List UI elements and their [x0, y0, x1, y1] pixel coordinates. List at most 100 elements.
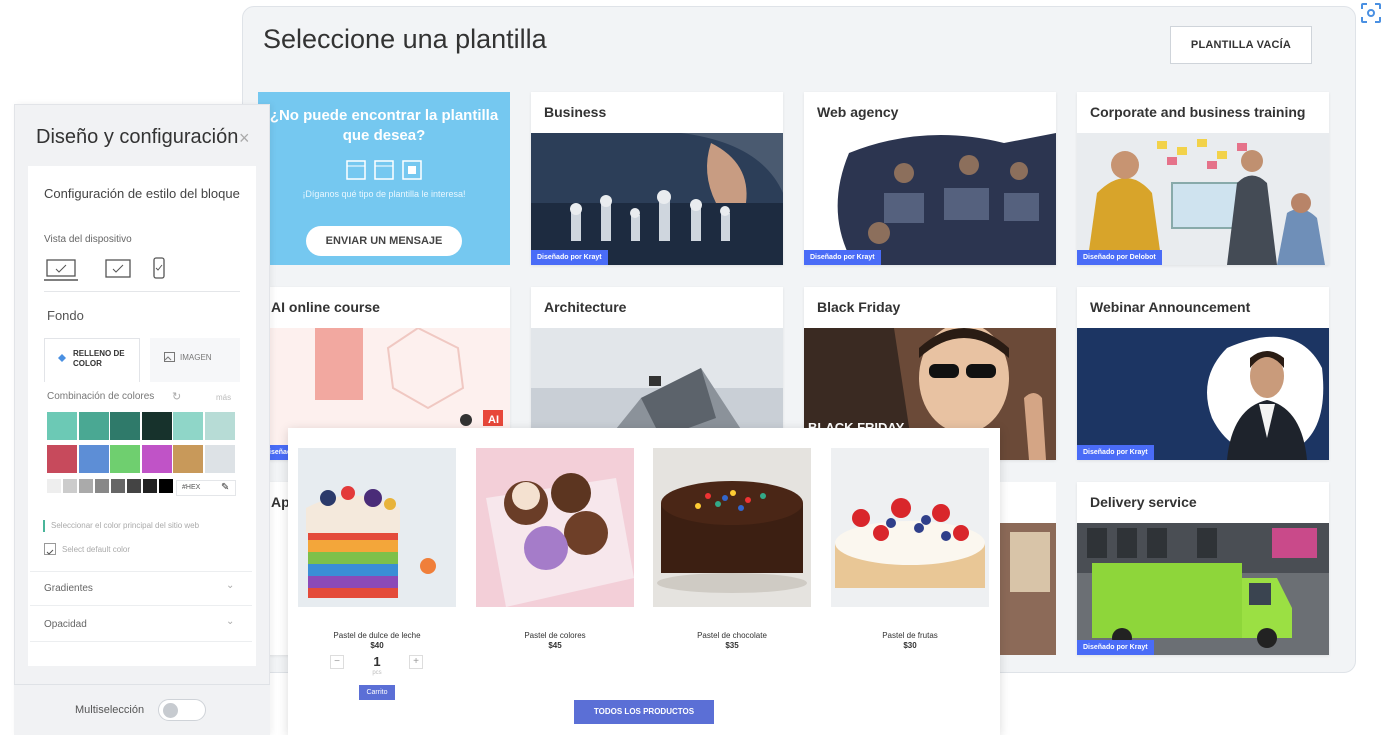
product-price: $35	[725, 641, 739, 650]
product-name: Pastel de colores	[524, 631, 586, 640]
color-swatch[interactable]	[204, 412, 235, 440]
product-price: $45	[548, 641, 562, 650]
opacity-section[interactable]: Opacidad	[44, 619, 87, 630]
image-icon	[164, 352, 175, 362]
template-thumbnail: Diseñado por Krayt	[1077, 328, 1329, 460]
send-message-button[interactable]: ENVIAR UN MENSAJE	[306, 226, 462, 256]
desktop-view-icon[interactable]	[44, 258, 78, 282]
tab-image[interactable]: IMAGEN	[150, 338, 240, 382]
template-title: Architecture	[544, 299, 627, 315]
product-image-dulce-de-leche[interactable]	[298, 448, 456, 607]
color-swatch[interactable]	[78, 412, 109, 440]
mobile-view-icon[interactable]	[152, 256, 166, 280]
template-title: Black Friday	[817, 299, 901, 315]
color-swatch[interactable]	[47, 412, 77, 440]
gradients-section[interactable]: Gradientes	[44, 583, 93, 594]
reset-icon[interactable]: ↻	[172, 390, 181, 403]
chevron-down-icon[interactable]: ⌄	[226, 580, 234, 591]
template-title: Ap	[271, 494, 290, 510]
decrease-qty-button[interactable]: −	[330, 655, 344, 669]
settings-title: Diseño y configuración	[36, 126, 239, 148]
template-title: AI online course	[271, 299, 380, 315]
color-swatch[interactable]	[47, 479, 61, 493]
tab-label: IMAGEN	[180, 353, 212, 362]
multiselect-toggle[interactable]	[158, 699, 206, 721]
template-title: Webinar Announcement	[1090, 299, 1251, 315]
template-card-webinar[interactable]: Webinar Announcement Diseñado por Krayt	[1077, 287, 1329, 460]
color-swatch[interactable]	[111, 479, 125, 493]
template-title: Web agency	[817, 104, 899, 120]
paint-bucket-icon	[58, 354, 66, 362]
eyedropper-icon[interactable]: ✎	[221, 482, 229, 493]
multiselect-label: Multiselección	[75, 704, 145, 716]
add-to-cart-button[interactable]: Carrito	[359, 685, 395, 700]
background-heading: Fondo	[47, 308, 84, 323]
color-swatch[interactable]	[173, 445, 203, 473]
tablet-view-icon[interactable]	[104, 258, 132, 280]
chevron-down-icon[interactable]: ⌄	[226, 616, 234, 627]
template-title: Delivery service	[1090, 494, 1197, 510]
color-swatch[interactable]	[141, 445, 172, 473]
template-card-business[interactable]: Business Diseñado por Krayt	[531, 92, 783, 265]
color-swatch[interactable]	[159, 479, 173, 493]
divider	[30, 571, 252, 572]
close-icon[interactable]: ×	[239, 128, 250, 149]
color-swatch[interactable]	[78, 445, 109, 473]
designer-badge: Diseñado por Krayt	[804, 250, 881, 265]
template-card-web-agency[interactable]: Web agency Diseñado por Krayt	[804, 92, 1056, 265]
color-swatch[interactable]	[95, 479, 109, 493]
color-swatch[interactable]	[110, 445, 140, 473]
divider	[30, 605, 252, 606]
color-combo-label: Combinación de colores	[47, 391, 155, 402]
color-swatch[interactable]	[110, 412, 140, 440]
color-swatch[interactable]	[63, 479, 77, 493]
product-price: $40	[370, 641, 384, 650]
product-name: Pastel de frutas	[882, 631, 938, 640]
more-link[interactable]: más	[216, 393, 231, 402]
template-title: Corporate and business training	[1090, 104, 1306, 120]
all-products-button[interactable]: TODOS LOS PRODUCTOS	[574, 700, 714, 724]
color-swatch[interactable]	[47, 445, 77, 473]
request-template-card: ¿No puede encontrar la plantilla que des…	[258, 92, 510, 265]
increase-qty-button[interactable]: +	[409, 655, 423, 669]
main-color-option[interactable]: Seleccionar el color principal del sitio…	[51, 521, 199, 530]
default-color-label: Select default color	[62, 545, 131, 554]
blank-template-button[interactable]: PLANTILLA VACÍA	[1170, 26, 1312, 64]
template-thumbnail: Diseñado por Krayt	[531, 133, 783, 265]
color-swatch[interactable]	[141, 412, 172, 440]
template-title: Business	[544, 104, 607, 120]
page-title: Seleccione una plantilla	[263, 24, 547, 54]
screenshot-icon[interactable]	[1360, 2, 1382, 24]
product-price: $30	[903, 641, 917, 650]
color-swatch[interactable]	[127, 479, 141, 493]
color-swatch[interactable]	[79, 479, 93, 493]
template-thumbnail: Diseñado por Delobot	[1077, 133, 1329, 265]
product-name: Pastel de dulce de leche	[333, 631, 421, 640]
hex-label: #HEX	[182, 484, 201, 491]
designer-badge: Diseñado por Krayt	[1077, 445, 1154, 460]
designer-badge: Diseñado por Krayt	[1077, 640, 1154, 655]
tab-label: RELLENO DE COLOR	[73, 349, 125, 368]
tab-color-fill[interactable]: RELLENO DE COLOR	[44, 338, 140, 382]
accent-bar	[43, 520, 45, 532]
template-card-delivery[interactable]: Delivery service Diseñado por Krayt	[1077, 482, 1329, 655]
cta-subtitle: ¡Díganos qué tipo de plantilla le intere…	[302, 189, 466, 199]
product-image-frutas[interactable]	[831, 448, 989, 607]
template-card-partial[interactable]	[1000, 482, 1056, 655]
svg-text:AI: AI	[488, 414, 499, 426]
qty-value[interactable]: 1	[370, 654, 384, 669]
block-style-heading: Configuración de estilo del bloque	[44, 186, 240, 201]
device-view-label: Vista del dispositivo	[44, 234, 132, 245]
template-thumbnail: Diseñado por Krayt	[1077, 523, 1329, 655]
product-image-chocolate[interactable]	[653, 448, 811, 607]
qty-unit: pcs	[372, 670, 382, 676]
color-swatch[interactable]	[173, 412, 203, 440]
template-card-corporate-training[interactable]: Corporate and business training Diseñado…	[1077, 92, 1329, 265]
product-image-colores[interactable]	[476, 448, 634, 607]
hex-input[interactable]: #HEX ✎	[176, 480, 236, 496]
color-swatch[interactable]	[204, 445, 235, 473]
color-swatch[interactable]	[143, 479, 157, 493]
divider	[44, 291, 240, 292]
default-color-checkbox[interactable]	[44, 543, 56, 555]
template-thumbnail: Diseñado por Krayt	[804, 133, 1056, 265]
